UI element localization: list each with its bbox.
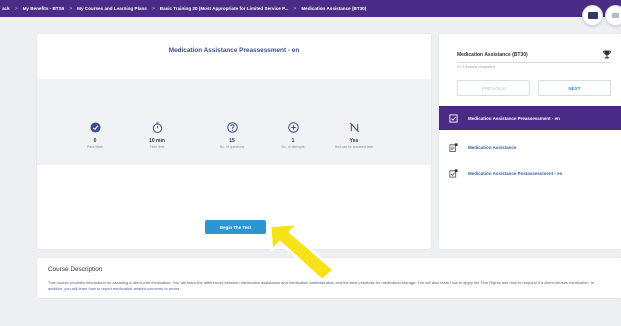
lesson-label: Medication Assistance Postassessment - e… bbox=[468, 170, 563, 176]
course-progress-bar bbox=[457, 62, 610, 63]
questions-icon bbox=[226, 122, 238, 133]
begin-test-button[interactable]: Begin The Test bbox=[205, 220, 266, 234]
breadcrumb-separator: > bbox=[293, 5, 297, 12]
stat-value: 10 min bbox=[149, 138, 165, 144]
timer-icon bbox=[152, 122, 162, 133]
pass-mark-icon bbox=[89, 122, 101, 133]
stat-resumable: Yes Test can be resumed later bbox=[324, 122, 384, 149]
stat-value: 15 bbox=[229, 138, 235, 144]
lesson-item-preassessment[interactable]: Medication Assistance Preassessment - en bbox=[439, 106, 621, 130]
stat-label: Time limit bbox=[149, 145, 165, 149]
stat-label: Pass Mark bbox=[86, 145, 103, 149]
breadcrumb-item[interactable]: Basic Training 20 (Most Appropriate for … bbox=[160, 6, 289, 11]
breadcrumb-item[interactable]: ack bbox=[2, 6, 10, 11]
breadcrumb-separator: > bbox=[14, 5, 18, 12]
attempts-icon bbox=[287, 122, 299, 133]
stat-pass-mark: 0 Pass Mark bbox=[65, 122, 125, 149]
stat-label: No. of attempts bbox=[281, 145, 305, 149]
course-name: Medication Assistance (BT30) bbox=[457, 52, 528, 58]
breadcrumb: ack > My Benefits - BTS6 > My Courses an… bbox=[0, 0, 621, 17]
profile-icon bbox=[612, 13, 619, 18]
secondary-avatar[interactable] bbox=[605, 5, 621, 26]
breadcrumb-item[interactable]: My Benefits - BTS6 bbox=[23, 6, 65, 11]
assessment-icon bbox=[449, 168, 458, 177]
stat-attempts: 1 No. of attempts bbox=[263, 122, 323, 149]
assessment-stats: 0 Pass Mark 10 min Time limit 15 No. of … bbox=[37, 79, 431, 165]
assessment-card: Medication Assistance Preassessment - en… bbox=[37, 34, 431, 249]
lessons-completed: 0 / 3 lessons completed bbox=[457, 65, 495, 69]
stat-value: Yes bbox=[349, 138, 359, 144]
assessment-icon bbox=[449, 113, 458, 123]
breadcrumb-separator: > bbox=[151, 5, 155, 12]
user-avatar[interactable] bbox=[582, 5, 603, 26]
stat-value: 0 bbox=[93, 138, 97, 144]
breadcrumb-current: Medication Assistance (BT30) bbox=[301, 6, 367, 11]
stat-label: Test can be resumed later bbox=[334, 145, 374, 149]
next-button[interactable]: NEXT bbox=[538, 80, 611, 96]
lesson-label: Medication Assistance Preassessment - en bbox=[468, 115, 560, 121]
stat-label: No. of questions bbox=[219, 145, 245, 149]
trophy-icon bbox=[603, 50, 611, 59]
stat-value: 1 bbox=[291, 138, 295, 144]
course-sidebar: Medication Assistance (BT30) 0 / 3 lesso… bbox=[439, 34, 621, 249]
no-resume-icon bbox=[349, 122, 359, 133]
previous-button[interactable]: PREVIOUS bbox=[457, 80, 530, 96]
pointer-arrow-icon bbox=[268, 222, 336, 282]
breadcrumb-separator: > bbox=[69, 5, 73, 12]
document-icon bbox=[449, 142, 458, 152]
lesson-item-medication-assistance[interactable]: Medication Assistance bbox=[439, 135, 621, 159]
id-card-icon bbox=[587, 12, 598, 19]
lesson-item-postassessment[interactable]: Medication Assistance Postassessment - e… bbox=[439, 161, 621, 185]
assessment-title: Medication Assistance Preassessment - en bbox=[168, 47, 300, 54]
lesson-label: Medication Assistance bbox=[468, 144, 517, 150]
stat-time-limit: 10 min Time limit bbox=[127, 122, 187, 149]
course-description-title: Course Description bbox=[48, 266, 103, 273]
breadcrumb-item[interactable]: My Courses and Learning Plans bbox=[77, 6, 147, 11]
stat-questions: 15 No. of questions bbox=[202, 122, 262, 149]
